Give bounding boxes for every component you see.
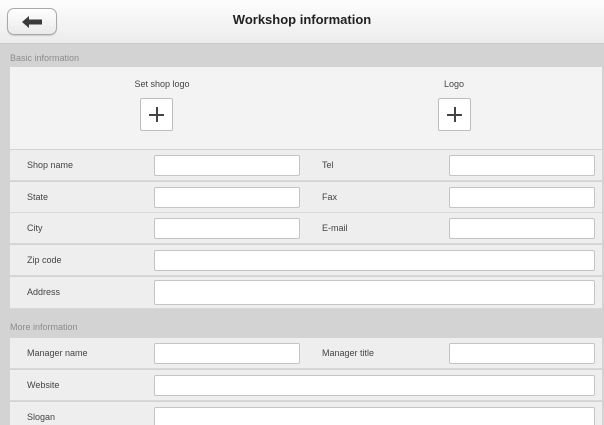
zip-code-label: Zip code bbox=[27, 255, 62, 265]
form-row-shop-name: Shop name Tel bbox=[10, 150, 602, 181]
more-information-label: More information bbox=[10, 322, 78, 332]
manager-name-label: Manager name bbox=[27, 348, 88, 358]
manager-title-label: Manager title bbox=[322, 348, 375, 358]
website-label: Website bbox=[27, 380, 60, 390]
tel-label: Tel bbox=[322, 160, 334, 170]
zip-code-field[interactable] bbox=[154, 250, 595, 271]
form-row-address: Address bbox=[10, 277, 602, 309]
fax-label: Fax bbox=[322, 192, 338, 202]
website-field[interactable] bbox=[154, 375, 595, 396]
state-label: State bbox=[27, 192, 49, 202]
form-row-city: City E-mail bbox=[10, 213, 602, 244]
slogan-field[interactable] bbox=[154, 407, 595, 425]
shop-name-label: Shop name bbox=[27, 160, 74, 170]
set-shop-logo-label: Set shop logo bbox=[134, 79, 190, 89]
email-label: E-mail bbox=[322, 223, 348, 233]
manager-name-field[interactable] bbox=[154, 343, 300, 364]
address-label: Address bbox=[27, 287, 61, 297]
logo-area: Set shop logo Logo bbox=[10, 67, 602, 149]
form-row-state: State Fax bbox=[10, 182, 602, 213]
form-row-zip-code: Zip code bbox=[10, 245, 602, 276]
fax-field[interactable] bbox=[449, 187, 595, 208]
address-field[interactable] bbox=[154, 280, 595, 305]
email-field[interactable] bbox=[449, 218, 595, 239]
form-row-slogan: Slogan bbox=[10, 402, 602, 425]
workshop-information-screen: Workshop information Basic information S… bbox=[0, 0, 604, 425]
set-shop-logo-button[interactable] bbox=[140, 98, 173, 131]
form-row-website: Website bbox=[10, 370, 602, 401]
logo-button[interactable] bbox=[438, 98, 471, 131]
tel-field[interactable] bbox=[449, 155, 595, 176]
shop-name-field[interactable] bbox=[154, 155, 300, 176]
basic-information-label: Basic information bbox=[10, 53, 80, 63]
form-row-manager: Manager name Manager title bbox=[10, 338, 602, 369]
page-title: Workshop information bbox=[232, 12, 372, 27]
header-bar: Workshop information bbox=[0, 0, 604, 44]
slogan-label: Slogan bbox=[27, 412, 56, 422]
logo-label: Logo bbox=[443, 79, 465, 89]
state-field[interactable] bbox=[154, 187, 300, 208]
city-field[interactable] bbox=[154, 218, 300, 239]
manager-title-field[interactable] bbox=[449, 343, 595, 364]
city-label: City bbox=[27, 223, 43, 233]
